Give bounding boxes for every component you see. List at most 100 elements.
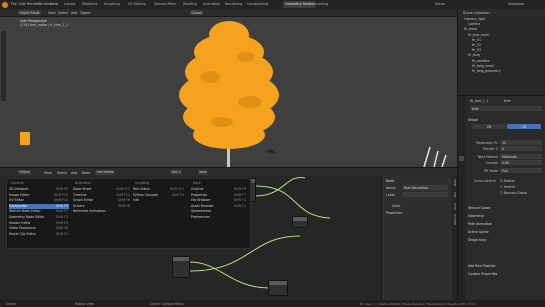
- checkbox-radius[interactable]: ☑ Radius: [500, 179, 515, 183]
- tab-shading[interactable]: Shading: [181, 1, 199, 8]
- data-tab-icon[interactable]: [459, 156, 464, 161]
- menu-item-label: Timeline: [73, 192, 87, 197]
- node-box[interactable]: [268, 280, 288, 296]
- tab-layout[interactable]: Layout: [62, 1, 78, 8]
- menu-item-label: Dope Sheet: [73, 187, 92, 191]
- vp-menu-view[interactable]: View: [48, 11, 56, 15]
- properties-search-input[interactable]: tree: [470, 106, 542, 111]
- menu-column-title: Scripting: [135, 181, 150, 185]
- menu-item-preferences[interactable]: Preferences: [191, 215, 247, 221]
- checkbox-bounds-clamp[interactable]: ☐ Bounds Clamp: [500, 191, 527, 195]
- checkbox-label: Radius: [503, 179, 515, 183]
- ne-menu-node[interactable]: Node: [82, 171, 90, 175]
- status-context-menu: Object Context Menu: [150, 301, 184, 306]
- tree-render: [179, 21, 447, 167]
- tab-uv-editing[interactable]: UV Editing: [126, 1, 148, 8]
- menu-item-shortcut: Shift F1: [233, 198, 246, 203]
- section-active-spline[interactable]: Active Spline: [468, 230, 489, 234]
- vp-menu-object[interactable]: Object: [80, 11, 90, 15]
- node-label-field[interactable]: [402, 192, 448, 197]
- ne-menu-view[interactable]: View: [44, 171, 52, 175]
- menu-item-label: Geometry Node Editor: [9, 215, 45, 219]
- scene-selector[interactable]: Scene: [435, 2, 445, 6]
- slot-selector[interactable]: Slot 1: [170, 169, 183, 175]
- node-link: [254, 185, 331, 219]
- ne-menu-add[interactable]: Add: [71, 171, 77, 175]
- node-header: [173, 257, 189, 261]
- field-value[interactable]: 12: [500, 140, 542, 145]
- checkbox-label: Bounds Clamp: [503, 191, 527, 195]
- section-path-animation[interactable]: Path Animation: [468, 222, 492, 226]
- menu-column-title: Data: [193, 181, 201, 185]
- menu-item-shortcut: Shift F2: [55, 231, 68, 236]
- tab-compositing[interactable]: Compositing: [245, 1, 270, 8]
- field-value[interactable]: 0: [500, 146, 542, 151]
- tab-modeling[interactable]: Modeling: [80, 1, 99, 8]
- tab-animation[interactable]: Animation: [201, 1, 222, 8]
- tab-texture-paint[interactable]: Texture Paint: [152, 1, 178, 8]
- section-texture-space[interactable]: Texture Space: [468, 206, 490, 210]
- shape-section-header[interactable]: Shape: [468, 118, 478, 122]
- tab-rendering[interactable]: Rendering: [223, 1, 244, 8]
- tab-sculpting[interactable]: Sculpting: [102, 1, 122, 8]
- node-header: [293, 217, 307, 221]
- color-section-header[interactable]: Color: [392, 204, 400, 208]
- 3d-viewport[interactable]: User Perspective (274) tree_nodes | fr_t…: [0, 17, 457, 167]
- outliner-row[interactable]: fir_twig_geometry: [460, 69, 544, 74]
- menu-item-label: Nonlinear Animation: [73, 209, 106, 214]
- toggle-2d[interactable]: 2D: [472, 124, 506, 129]
- menu-item-shortcut: Shift F3: [55, 209, 68, 214]
- menu-item-label: Info: [133, 198, 140, 203]
- menu-item-shortcut: Shift F6: [117, 198, 130, 203]
- section-shape-keys[interactable]: Shape Keys: [468, 238, 486, 242]
- vp-menu-select[interactable]: Select: [58, 11, 68, 15]
- view-layer-selector[interactable]: ViewLayer: [508, 2, 524, 6]
- menu-item-label: Preferences: [191, 215, 210, 219]
- menu-item-label: Spreadsheet: [191, 209, 212, 214]
- vp-menu-add[interactable]: Add: [71, 11, 77, 15]
- node-box[interactable]: [172, 256, 190, 278]
- field-value[interactable]: Full: [500, 168, 542, 173]
- field-value[interactable]: 0.00: [500, 160, 542, 165]
- menu-item-shortcut: Shift F5: [55, 187, 68, 191]
- tab-scripting[interactable]: Scripting: [311, 1, 330, 8]
- menu-item-label: Outliner: [191, 187, 204, 191]
- menu-item-shortcut: Shift F12: [115, 187, 130, 191]
- section-add-rest-position[interactable]: Add Rest Position: [468, 264, 496, 268]
- menu-column-title: Animation: [75, 181, 92, 185]
- section-geometry[interactable]: Geometry: [468, 214, 484, 218]
- material-selector[interactable]: bark: [198, 169, 209, 175]
- menu-help[interactable]: Help: [50, 2, 58, 6]
- use-nodes-toggle[interactable]: Use Nodes: [95, 169, 115, 175]
- curve-deform-label: Curve Deform: [473, 179, 496, 183]
- menu-item-label: Properties: [191, 192, 208, 197]
- menu-item-shortcut: Shift F11: [169, 187, 184, 191]
- menu-item-label: Movie Clip Editor: [9, 231, 36, 236]
- menu-edit[interactable]: Edit: [19, 2, 26, 6]
- top-bar: File Edit Render Window Help Layout Mode…: [0, 0, 545, 9]
- menu-item-nonlinear-animation[interactable]: Nonlinear Animation: [73, 209, 131, 215]
- mode-selector[interactable]: Object Mode: [18, 10, 42, 16]
- section-custom-properties[interactable]: Custom Properties: [468, 272, 497, 276]
- node-box[interactable]: [292, 216, 308, 228]
- properties-section-header[interactable]: Properties: [386, 211, 402, 215]
- menu-item-shortcut: Shift F3: [55, 220, 68, 225]
- ne-menu-select[interactable]: Select: [57, 171, 67, 175]
- menu-item-movie-clip-editor[interactable]: Movie Clip Editor Shift F2: [9, 232, 69, 238]
- outliner-scene-collection[interactable]: Scene Collection: [463, 11, 490, 15]
- properties-tab-column: [458, 96, 465, 301]
- menu-file[interactable]: File: [11, 2, 17, 6]
- menu-item-label: File Browser: [191, 198, 211, 203]
- node-name-field[interactable]: Hue Saturation: [402, 185, 448, 190]
- field-value[interactable]: Minimum: [500, 154, 542, 159]
- editor-type-selector[interactable]: Object: [18, 169, 32, 175]
- orientation-selector[interactable]: Global: [190, 10, 204, 16]
- menu-item-label: Graph Editor: [73, 198, 94, 203]
- checkbox-stretch[interactable]: ☐ Stretch: [500, 185, 515, 189]
- menu-item-shortcut: Shift F10: [53, 198, 68, 203]
- toggle-3d[interactable]: 3D: [507, 124, 541, 129]
- node-section-header[interactable]: Node: [386, 179, 394, 183]
- menu-item-shortcut: Shift F7: [233, 192, 246, 197]
- blender-logo-icon[interactable]: [2, 1, 8, 8]
- menu-item-info[interactable]: Info: [133, 198, 185, 204]
